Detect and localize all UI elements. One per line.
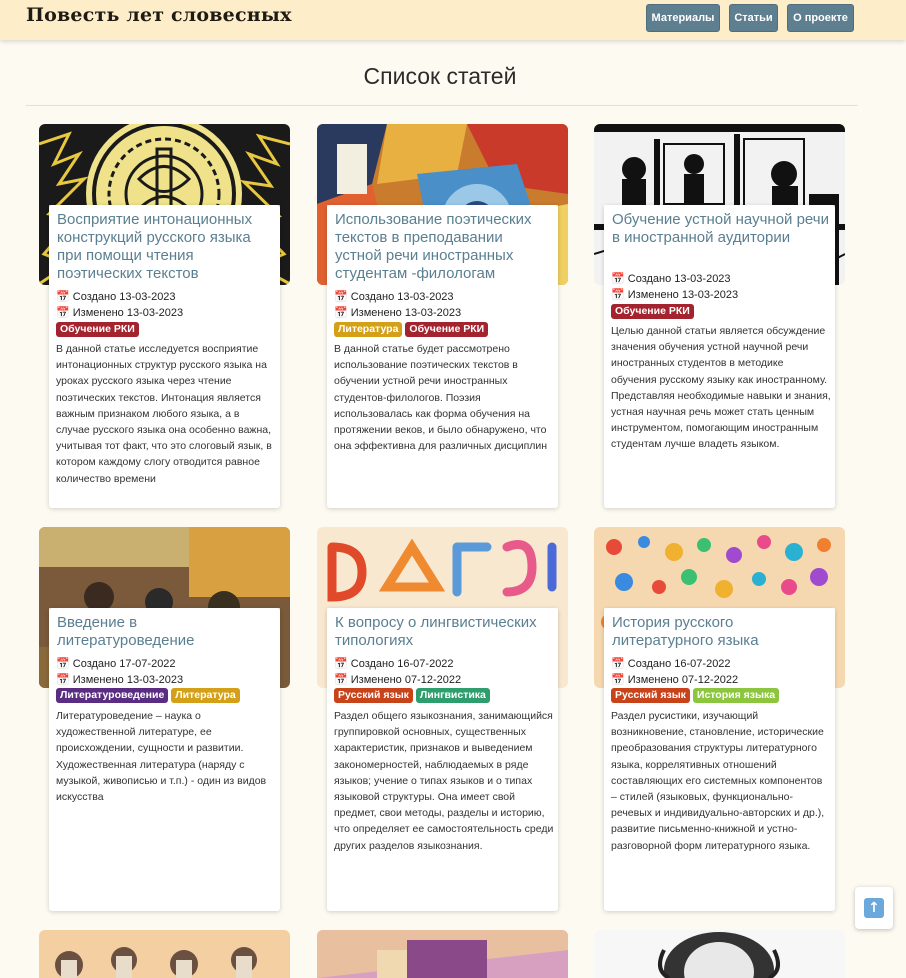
article-card-6[interactable]: История русского литературного языка 📅 С… <box>604 608 835 911</box>
article-card-1[interactable]: Восприятие интонационных конструкций рус… <box>49 205 280 508</box>
tag-list: Литературоведение Литература <box>56 688 240 703</box>
article-title[interactable]: Обучение устной научной речи в иностранн… <box>612 211 830 247</box>
article-description: В данной статье будет рассмотрено исполь… <box>334 343 548 453</box>
article-image-9[interactable] <box>594 930 845 978</box>
updated-date: 📅 Изменено 07-12-2022 <box>611 674 739 686</box>
site-brand[interactable]: Повесть лет словесных <box>26 4 292 26</box>
tag-list: Литература Обучение РКИ <box>334 322 489 337</box>
tag-list: Обучение РКИ <box>56 322 139 337</box>
article-card-4[interactable]: Введение в литературоведение 📅 Создано 1… <box>49 608 280 911</box>
nav-articles-button[interactable]: Статьи <box>729 4 778 32</box>
article-title[interactable]: История русского литературного языка <box>612 614 830 650</box>
tag-badge[interactable]: Лингвистика <box>415 688 490 703</box>
tag-badge[interactable]: История языка <box>692 688 780 703</box>
tag-list: Обучение РКИ <box>611 304 694 319</box>
tag-badge[interactable]: Литература <box>171 688 240 703</box>
tag-list: Русский язык История языка <box>611 688 780 703</box>
scroll-to-top-button[interactable]: ↑ <box>855 887 893 929</box>
created-date: 📅 Создано 16-07-2022 <box>611 658 731 670</box>
updated-date: 📅 Изменено 13-03-2023 <box>334 307 462 319</box>
tag-badge[interactable]: Русский язык <box>334 688 413 703</box>
created-date: 📅 Создано 13-03-2023 <box>334 291 454 303</box>
nav-about-button[interactable]: О проекте <box>787 4 854 32</box>
article-title[interactable]: Использование поэтических текстов в преп… <box>335 211 553 283</box>
title-divider <box>26 105 858 106</box>
tag-badge[interactable]: Обучение РКИ <box>611 304 694 319</box>
updated-date: 📅 Изменено 13-03-2023 <box>56 307 184 319</box>
article-title[interactable]: Введение в литературоведение <box>57 614 275 650</box>
tag-list: Русский язык Лингвистика <box>334 688 490 703</box>
created-date: 📅 Создано 17-07-2022 <box>56 658 176 670</box>
nav-materials-button[interactable]: Материалы <box>646 4 720 32</box>
created-date: 📅 Создано 16-07-2022 <box>334 658 454 670</box>
navbar: Повесть лет словесных Материалы Статьи О… <box>0 0 906 40</box>
article-title[interactable]: Восприятие интонационных конструкций рус… <box>57 211 275 283</box>
created-date: 📅 Создано 13-03-2023 <box>56 291 176 303</box>
article-description: В данной статье исследуется восприятие и… <box>56 343 272 485</box>
article-card-3[interactable]: Обучение устной научной речи в иностранн… <box>604 205 835 508</box>
article-card-5[interactable]: К вопросу о лингвистических типологиях 📅… <box>327 608 558 911</box>
tag-badge[interactable]: Литература <box>334 322 403 337</box>
updated-date: 📅 Изменено 13-03-2023 <box>56 674 184 686</box>
tag-badge[interactable]: Обучение РКИ <box>405 322 489 337</box>
updated-date: 📅 Изменено 07-12-2022 <box>334 674 462 686</box>
article-description: Раздел общего языкознания, занимающийся … <box>334 710 554 852</box>
tag-badge[interactable]: Русский язык <box>611 688 690 703</box>
article-description: Целью данной статьи является обсуждение … <box>611 325 831 451</box>
arrow-up-icon: ↑ <box>864 898 884 918</box>
article-image-7[interactable] <box>39 930 290 978</box>
updated-date: 📅 Изменено 13-03-2023 <box>611 289 739 301</box>
article-title[interactable]: К вопросу о лингвистических типологиях <box>335 614 553 650</box>
page-title: Список статей <box>363 63 517 89</box>
article-image-8[interactable] <box>317 930 568 978</box>
article-card-2[interactable]: Использование поэтических текстов в преп… <box>327 205 558 508</box>
tag-badge[interactable]: Обучение РКИ <box>56 322 139 337</box>
article-description: Раздел русистики, изучающий возникновени… <box>611 710 825 852</box>
article-description: Литературоведение – наука о художественн… <box>56 710 267 804</box>
tag-badge[interactable]: Литературоведение <box>56 688 169 703</box>
created-date: 📅 Создано 13-03-2023 <box>611 273 731 285</box>
